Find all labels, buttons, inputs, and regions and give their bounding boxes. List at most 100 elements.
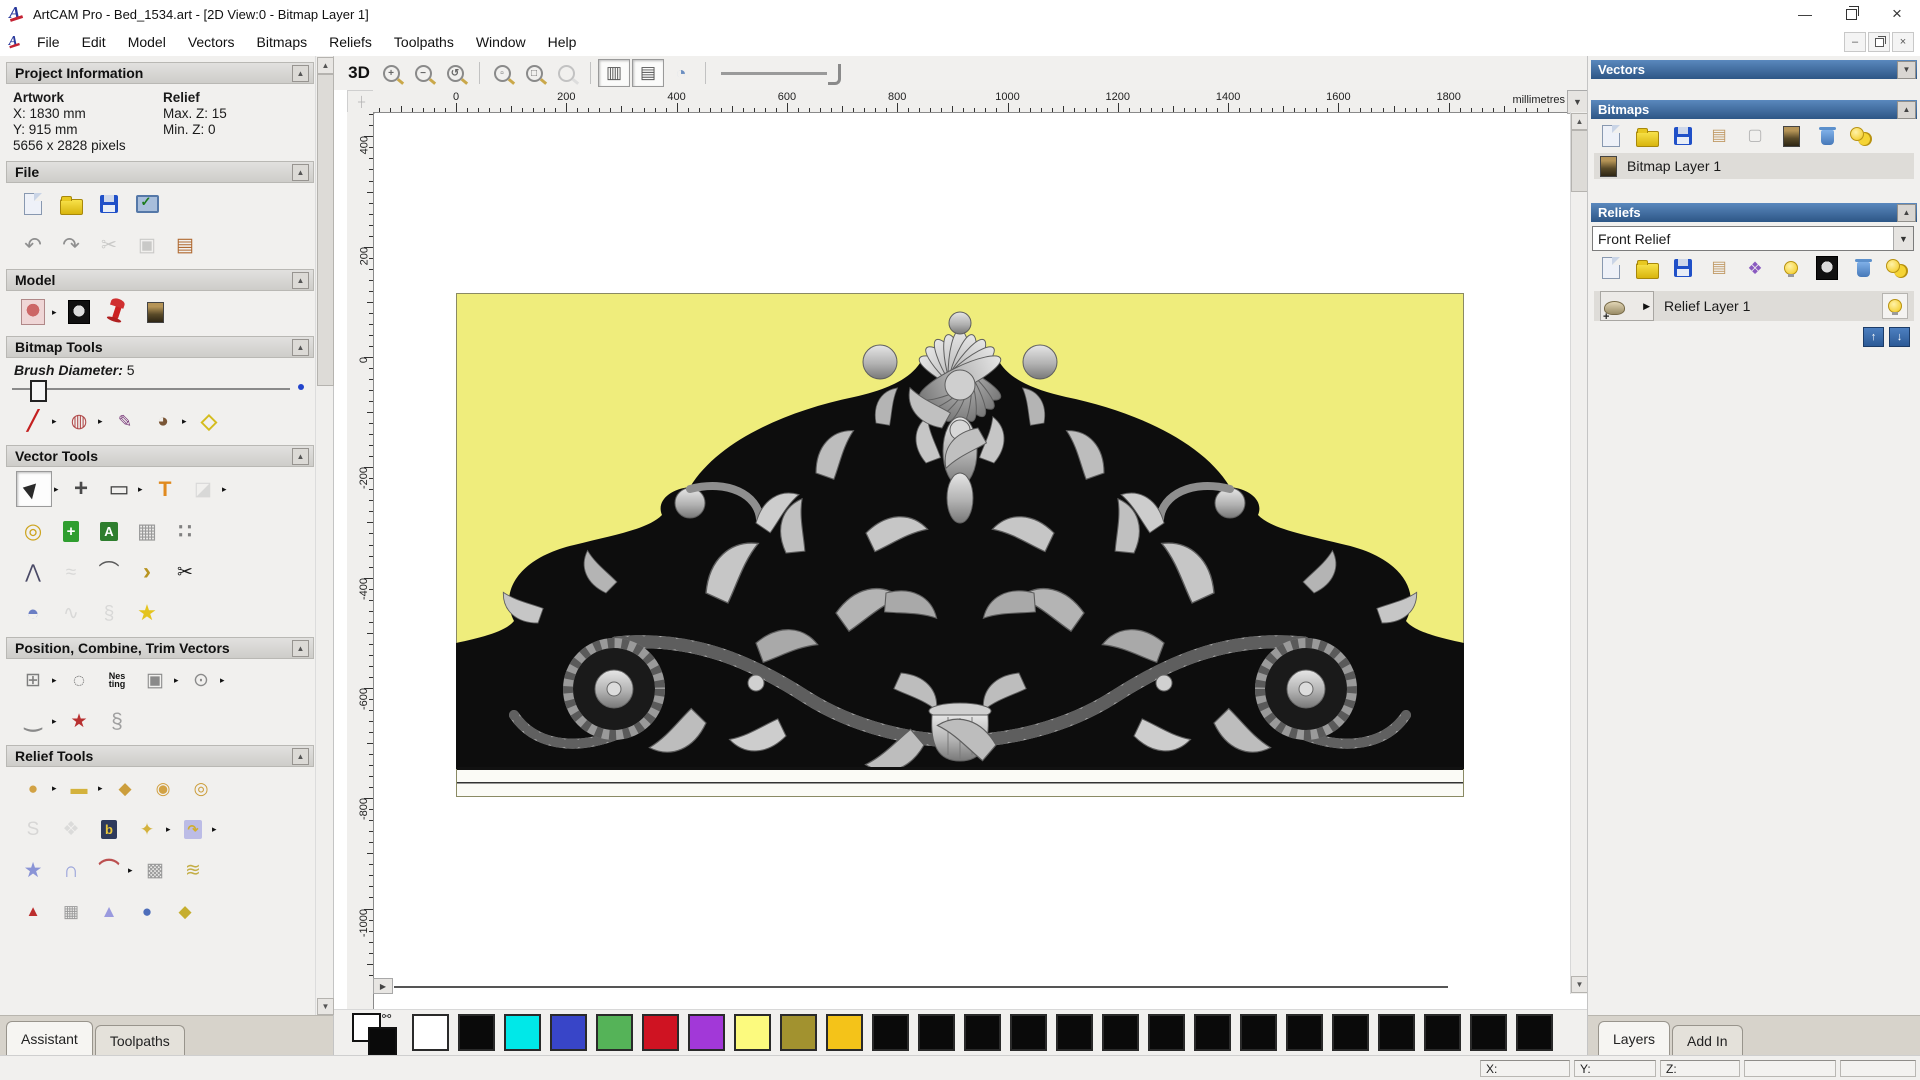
load-replace-relief-icon[interactable]: ↷ [176, 812, 210, 846]
relief-from-image-icon[interactable]: b [92, 812, 126, 846]
ruler-origin-box[interactable]: ┼ [347, 90, 375, 114]
toggle-all-bitmap-layers-icon[interactable] [1850, 124, 1876, 148]
distort-vectors-icon[interactable]: ★ [62, 704, 96, 738]
greyscale-preview-icon[interactable] [1814, 256, 1840, 280]
canvas-horizontal-scrollbar[interactable] [394, 986, 1448, 988]
trim-vectors-icon[interactable]: ✂ [168, 555, 202, 589]
palette-swatch-19[interactable] [1286, 1014, 1323, 1051]
relief-layers-icon[interactable]: ≋ [176, 853, 210, 887]
relief-layer-icon-box[interactable]: ▶ [1600, 291, 1654, 323]
create-rectangle-flyout-arrow[interactable]: ▸ [138, 484, 146, 495]
menu-toolpaths[interactable]: Toolpaths [383, 30, 465, 54]
palette-swatch-12[interactable] [964, 1014, 1001, 1051]
group-vectors-icon[interactable]: ▣ [138, 663, 172, 697]
calculate-relief-flyout-arrow[interactable]: ▸ [52, 783, 60, 794]
menu-model[interactable]: Model [117, 30, 177, 54]
paste-along-curve-icon[interactable]: A [92, 514, 126, 548]
extrude-wizard-icon[interactable]: ▲ [92, 894, 126, 928]
menu-edit[interactable]: Edit [71, 30, 117, 54]
palette-swatch-22[interactable] [1424, 1014, 1461, 1051]
basket-weave-icon[interactable]: ▦ [54, 894, 88, 928]
scrollbar-thumb[interactable] [317, 74, 334, 386]
child-restore-button[interactable] [1868, 32, 1890, 52]
palette-swatch-13[interactable] [1010, 1014, 1047, 1051]
menu-help[interactable]: Help [537, 30, 588, 54]
set-model-size-flyout-arrow[interactable]: ▸ [52, 307, 60, 318]
redo-icon[interactable]: ↷ [54, 228, 88, 262]
window-minimize-button[interactable]: — [1782, 0, 1828, 28]
contrast-slider[interactable] [721, 62, 841, 85]
palette-swatch-5[interactable] [642, 1014, 679, 1051]
create-rectangle-icon[interactable]: ▭ [102, 472, 136, 506]
sculpt-relief-icon[interactable]: S [16, 812, 50, 846]
two-rail-sweep-icon[interactable]: ⌒ [92, 853, 126, 887]
relief-layer-visibility-button[interactable] [1882, 293, 1908, 319]
scroll-down-button[interactable]: ▼ [317, 998, 334, 1015]
new-model-icon[interactable] [16, 187, 50, 221]
zoom-fit-button[interactable]: □ [519, 60, 549, 86]
zero-relief-flyout-arrow[interactable]: ▸ [98, 783, 106, 794]
edit-polyline-icon[interactable]: ∿ [54, 596, 88, 630]
adjust-model-icon[interactable] [62, 295, 96, 329]
bitmap-layer-row[interactable]: Bitmap Layer 1 [1594, 153, 1914, 179]
offset-relief-icon[interactable]: ✦ [130, 812, 164, 846]
edit-palette-icon[interactable]: ◕ [146, 404, 180, 438]
select-vectors-icon[interactable] [16, 471, 52, 507]
save-bitmap-layer-icon[interactable] [1670, 124, 1696, 148]
swept-profile-icon[interactable]: ▲ [16, 894, 50, 928]
palette-swatch-7[interactable] [734, 1014, 771, 1051]
copy-icon[interactable]: ▣ [130, 228, 164, 262]
2d-view-canvas[interactable]: ┼ millimetres 0 200 400 600 800 1000 1200 1400 1… [334, 90, 1588, 1010]
palette-swatch-8[interactable] [780, 1014, 817, 1051]
contrast-slider-handle[interactable] [828, 64, 841, 85]
zoom-last-button[interactable]: ↺ [440, 60, 470, 86]
spin-wizard-icon[interactable]: ● [130, 894, 164, 928]
primary-secondary-colour-indicator[interactable]: ⚯ [352, 1010, 404, 1056]
palette-swatch-21[interactable] [1378, 1014, 1415, 1051]
palette-swatch-6[interactable] [688, 1014, 725, 1051]
fade-bitmap-layer-icon[interactable]: ▢ [1742, 124, 1768, 148]
flood-fill-flyout-arrow[interactable]: ▸ [98, 416, 106, 427]
menu-reliefs[interactable]: Reliefs [318, 30, 383, 54]
palette-swatch-18[interactable] [1240, 1014, 1277, 1051]
sketch-polyline-icon[interactable]: ≈ [54, 555, 88, 589]
dome-wizard-icon[interactable]: ∩ [54, 853, 88, 887]
zoom-1to1-button[interactable] [551, 60, 581, 86]
relief-layer-name[interactable]: Relief Layer 1 [1664, 298, 1750, 314]
palette-swatch-9[interactable] [826, 1014, 863, 1051]
measure-tool-flyout-arrow[interactable]: ▸ [222, 484, 230, 495]
model-rollup-button[interactable]: ▲ [292, 271, 309, 289]
child-minimize-button[interactable]: – [1844, 32, 1866, 52]
node-editing-icon[interactable]: § [92, 596, 126, 630]
create-polyline-icon[interactable]: ⋀ [16, 555, 50, 589]
canvas-hscroll-button[interactable]: ▶ [373, 978, 393, 994]
zoom-out-button[interactable]: − [408, 60, 438, 86]
set-model-size-icon[interactable] [16, 295, 50, 329]
create-arc-icon[interactable]: ⌒ [92, 555, 126, 589]
preview-relief-button[interactable]: ◔ [666, 60, 696, 86]
group-vectors-flyout-arrow[interactable]: ▸ [174, 675, 182, 686]
toggle-relief-view-button[interactable]: ▤ [632, 59, 664, 87]
nesting-icon[interactable]: Nes ting [100, 663, 134, 697]
menu-vectors[interactable]: Vectors [177, 30, 246, 54]
toggle-bitmap-view-button[interactable]: ▥ [598, 59, 630, 87]
canvas-scroll-down-button[interactable]: ▼ [1571, 976, 1588, 993]
colour-link-icon[interactable]: ⚯ [382, 1010, 391, 1023]
transform-vectors-icon[interactable]: + [64, 472, 98, 506]
open-bitmap-layer-icon[interactable] [1634, 124, 1660, 148]
palette-swatch-4[interactable] [596, 1014, 633, 1051]
artwork-bitmap[interactable] [455, 292, 1465, 798]
window-restore-button[interactable] [1828, 0, 1874, 28]
measure-tool-icon[interactable]: ◪ [186, 472, 220, 506]
palette-swatch-16[interactable] [1148, 1014, 1185, 1051]
paint-brush-icon[interactable]: ╱ [16, 404, 50, 438]
texture-image-icon[interactable] [138, 295, 172, 329]
brush-diameter-slider[interactable] [12, 380, 304, 402]
palette-swatch-20[interactable] [1332, 1014, 1369, 1051]
load-replace-relief-flyout-arrow[interactable]: ▸ [212, 824, 220, 835]
relief-tools-rollup-button[interactable]: ▲ [292, 747, 309, 765]
text-on-curve-icon[interactable]: ◌ [62, 663, 96, 697]
relief-selector-dropdown-icon[interactable]: ▼ [1893, 227, 1913, 250]
open-model-icon[interactable] [54, 187, 88, 221]
wrap-vectors-icon[interactable]: ▦ [130, 514, 164, 548]
